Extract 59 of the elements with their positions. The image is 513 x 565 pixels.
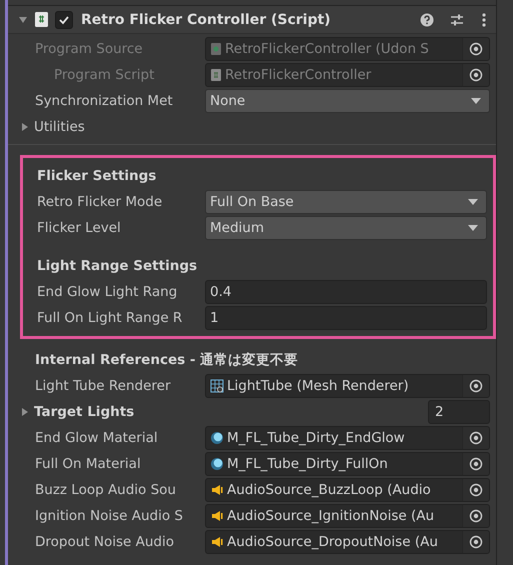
help-icon[interactable] bbox=[420, 12, 434, 26]
array-size-field[interactable]: 2 bbox=[428, 400, 490, 424]
object-picker-icon[interactable] bbox=[469, 379, 483, 393]
foldout-label[interactable]: Utilities bbox=[34, 119, 154, 135]
field-label: Program Script bbox=[53, 67, 156, 83]
object-field[interactable]: AudioSource_IgnitionNoise (Au bbox=[205, 504, 490, 528]
speaker-icon bbox=[210, 509, 224, 523]
field-label: Buzz Loop Audio Sou bbox=[35, 482, 177, 498]
field-label: End Glow Material bbox=[35, 430, 159, 446]
sliders-icon[interactable] bbox=[450, 12, 464, 26]
object-field[interactable]: M_FL_Tube_Dirty_EndGlow bbox=[205, 426, 490, 450]
section-header: Flicker Settings bbox=[37, 168, 156, 184]
dropdown[interactable]: Medium bbox=[205, 216, 487, 240]
collapsed-arrow-icon[interactable] bbox=[20, 122, 30, 132]
grid-icon bbox=[210, 379, 224, 393]
object-picker-icon[interactable] bbox=[469, 535, 483, 549]
more-options-icon[interactable] bbox=[482, 12, 486, 26]
object-field[interactable]: LightTube (Mesh Renderer) bbox=[205, 374, 490, 398]
enabled-checkbox[interactable] bbox=[55, 10, 73, 28]
field-label: Full On Light Range R bbox=[37, 310, 184, 326]
object-picker-icon[interactable] bbox=[469, 457, 483, 471]
field-label: Full On Material bbox=[35, 456, 142, 472]
dropdown-caret-icon bbox=[468, 225, 478, 231]
object-picker-icon[interactable] bbox=[469, 42, 483, 56]
section-header: Light Range Settings bbox=[37, 258, 198, 274]
object-picker-icon[interactable] bbox=[469, 68, 483, 82]
object-field[interactable]: AudioSource_BuzzLoop (Audio bbox=[205, 478, 490, 502]
dropdown-caret-icon bbox=[468, 199, 478, 205]
speaker-icon bbox=[210, 483, 224, 497]
expanded-arrow-icon[interactable] bbox=[18, 14, 28, 24]
number-field[interactable]: 0.4 bbox=[205, 280, 487, 304]
foldout-label[interactable]: Target Lights bbox=[34, 404, 134, 420]
sphere-icon bbox=[210, 457, 224, 471]
script-file-icon bbox=[210, 68, 222, 82]
dropdown[interactable]: None bbox=[205, 89, 490, 113]
field-label: Synchronization Met bbox=[35, 93, 174, 109]
field-label: Program Source bbox=[35, 41, 144, 57]
dropdown-caret-icon bbox=[471, 98, 481, 104]
object-field[interactable]: AudioSource_DropoutNoise (Au bbox=[205, 530, 490, 554]
field-label: Light Tube Renderer bbox=[35, 378, 172, 394]
field-label: End Glow Light Rang bbox=[37, 284, 178, 300]
asset-icon bbox=[210, 42, 222, 56]
number-field[interactable]: 1 bbox=[205, 306, 487, 330]
dropdown[interactable]: Full On Base bbox=[205, 190, 487, 214]
script-file-icon bbox=[34, 11, 49, 28]
object-picker-icon[interactable] bbox=[469, 483, 483, 497]
object-field[interactable]: M_FL_Tube_Dirty_FullOn bbox=[205, 452, 490, 476]
object-picker-icon[interactable] bbox=[469, 431, 483, 445]
field-label: Dropout Noise Audio bbox=[35, 534, 175, 550]
component-title: Retro Flicker Controller (Script) bbox=[81, 12, 332, 28]
field-label: Ignition Noise Audio S bbox=[35, 508, 184, 524]
section-header: Internal References - 通常は変更不要 bbox=[35, 351, 298, 369]
collapsed-arrow-icon[interactable] bbox=[20, 407, 30, 417]
object-picker-icon[interactable] bbox=[469, 509, 483, 523]
sphere-icon bbox=[210, 431, 224, 445]
speaker-icon bbox=[210, 535, 224, 549]
checkmark-icon bbox=[58, 14, 70, 26]
field-label: Flicker Level bbox=[37, 220, 122, 236]
field-label: Retro Flicker Mode bbox=[37, 194, 164, 210]
